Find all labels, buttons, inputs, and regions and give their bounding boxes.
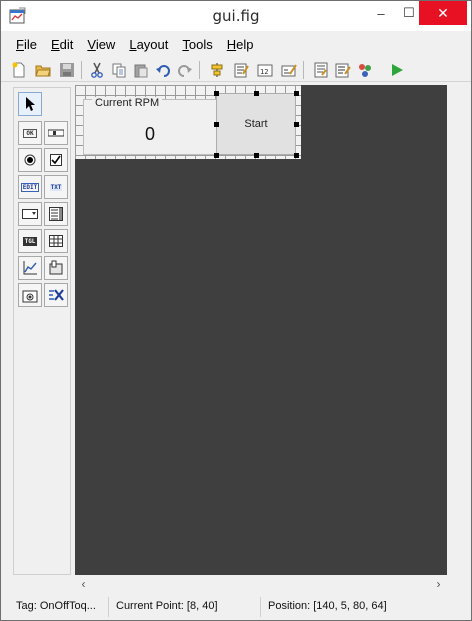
edit-text-tool-label: EDIT xyxy=(20,182,40,192)
undo-icon[interactable] xyxy=(153,60,173,80)
align-objects-icon[interactable] xyxy=(207,60,227,80)
minimize-button[interactable]: – xyxy=(367,1,395,25)
selection-handle[interactable] xyxy=(214,122,219,127)
component-palette: OK EDIT TXT TGL xyxy=(13,87,71,575)
run-figure-icon[interactable] xyxy=(387,60,407,80)
toolbar: 12 xyxy=(1,58,471,82)
toolbar-editor-icon[interactable] xyxy=(279,60,299,80)
start-button[interactable]: Start xyxy=(216,93,296,155)
object-browser-icon[interactable] xyxy=(355,60,375,80)
guide-window: gui.fig – ☐ ✕ File Edit View Layout Tool… xyxy=(0,0,472,621)
table-icon xyxy=(49,235,63,247)
status-current-point: Current Point: [8, 40] xyxy=(111,597,261,617)
button-group-tool[interactable] xyxy=(18,283,42,307)
activex-icon xyxy=(49,289,64,301)
button-group-icon xyxy=(22,290,38,303)
redo-icon[interactable] xyxy=(175,60,195,80)
toolbar-separator xyxy=(81,61,82,79)
toolbar-separator xyxy=(199,61,200,79)
slider-tool[interactable] xyxy=(44,121,68,145)
panel-tool[interactable] xyxy=(44,256,68,280)
toggle-button-tool-label: TGL xyxy=(22,236,38,246)
table-tool[interactable] xyxy=(44,229,68,253)
pop-up-menu-icon xyxy=(22,209,38,219)
check-box-icon xyxy=(50,154,62,166)
activex-control-tool[interactable] xyxy=(44,283,68,307)
rpm-value-text[interactable]: 0 xyxy=(84,124,216,145)
save-icon[interactable] xyxy=(57,60,77,80)
status-tag: Tag: OnOffToq... xyxy=(11,597,109,617)
axes-icon xyxy=(23,261,37,275)
cut-icon[interactable] xyxy=(87,60,107,80)
selection-handle[interactable] xyxy=(294,153,299,158)
open-folder-icon[interactable] xyxy=(33,60,53,80)
selection-handle[interactable] xyxy=(254,91,259,96)
menu-view[interactable]: View xyxy=(80,34,122,56)
m-file-editor-icon[interactable] xyxy=(311,60,331,80)
static-text-tool[interactable]: TXT xyxy=(44,175,68,199)
arrow-select-icon xyxy=(26,97,35,111)
pop-up-menu-tool[interactable] xyxy=(18,202,42,226)
menu-edit[interactable]: Edit xyxy=(44,34,80,56)
title-bar: gui.fig – ☐ ✕ xyxy=(1,1,471,31)
toolbar-separator xyxy=(303,61,304,79)
panel-title: Current RPM xyxy=(92,97,163,109)
check-box-tool[interactable] xyxy=(44,148,68,172)
select-tool-button[interactable] xyxy=(18,92,42,116)
radio-button-tool[interactable] xyxy=(18,148,42,172)
layout-canvas[interactable]: Current RPM 0 Start xyxy=(75,85,447,575)
scroll-left-button[interactable]: ‹ xyxy=(75,575,92,592)
copy-icon[interactable] xyxy=(109,60,129,80)
menu-layout[interactable]: Layout xyxy=(122,34,175,56)
svg-text:12: 12 xyxy=(260,68,268,76)
toggle-button-tool[interactable]: TGL xyxy=(18,229,42,253)
selection-handle[interactable] xyxy=(214,91,219,96)
new-file-icon[interactable] xyxy=(9,60,29,80)
axes-tool[interactable] xyxy=(18,256,42,280)
edit-text-tool[interactable]: EDIT xyxy=(18,175,42,199)
menu-help[interactable]: Help xyxy=(220,34,261,56)
status-bar: Tag: OnOffToq... Current Point: [8, 40] … xyxy=(1,594,471,620)
radio-button-icon xyxy=(24,154,36,166)
static-text-tool-label: TXT xyxy=(49,183,63,191)
listbox-tool[interactable] xyxy=(44,202,68,226)
horizontal-scrollbar[interactable]: ‹ › xyxy=(75,575,447,592)
paste-icon[interactable] xyxy=(131,60,151,80)
slider-icon xyxy=(48,129,64,137)
selection-handle[interactable] xyxy=(214,153,219,158)
status-position: Position: [140, 5, 80, 64] xyxy=(268,600,387,612)
push-button-tool-label: OK xyxy=(23,128,37,138)
menu-editor-icon[interactable] xyxy=(231,60,251,80)
selection-handle[interactable] xyxy=(294,91,299,96)
listbox-icon xyxy=(49,207,63,221)
scroll-right-button[interactable]: › xyxy=(430,575,447,592)
menu-file[interactable]: File xyxy=(9,34,44,56)
selection-handle[interactable] xyxy=(294,122,299,127)
menu-bar: File Edit View Layout Tools Help xyxy=(1,34,471,56)
tab-order-editor-icon[interactable]: 12 xyxy=(255,60,275,80)
menu-tools[interactable]: Tools xyxy=(175,34,219,56)
panel-icon xyxy=(49,260,63,275)
figure-area[interactable]: Current RPM 0 Start xyxy=(75,85,301,159)
property-inspector-icon[interactable] xyxy=(333,60,353,80)
selection-handle[interactable] xyxy=(254,153,259,158)
push-button-tool[interactable]: OK xyxy=(18,121,42,145)
current-rpm-panel[interactable]: Current RPM 0 xyxy=(83,97,217,155)
close-button[interactable]: ✕ xyxy=(419,1,467,25)
